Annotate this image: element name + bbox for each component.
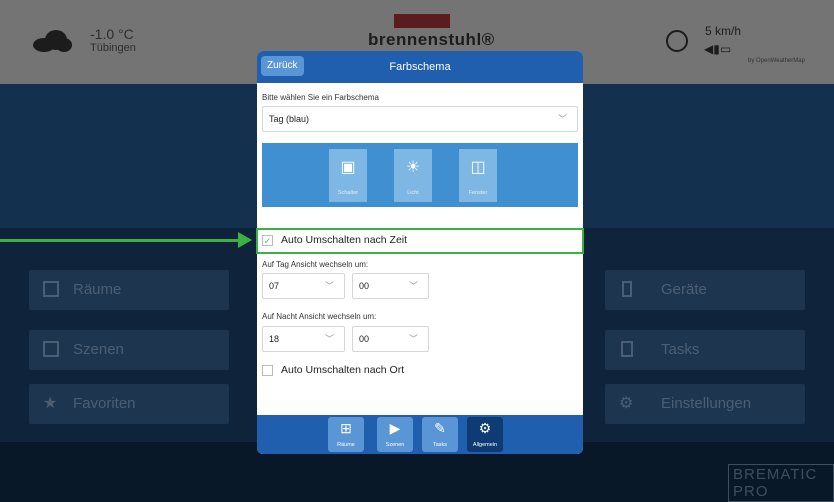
- bulb-icon: ☀: [405, 159, 421, 176]
- night-minute-value: 00: [359, 334, 370, 344]
- night-switch-label: Auf Nacht Ansicht wechseln um:: [262, 312, 377, 321]
- tab-label: Allgemein: [472, 442, 498, 448]
- day-hour-value: 07: [269, 281, 280, 291]
- cloud-icon: [33, 30, 72, 52]
- plug-icon: [622, 281, 632, 297]
- chevron-down-icon: ﹀: [324, 281, 334, 291]
- wind-speed: 5 km/h: [705, 24, 742, 38]
- preview-label: Licht: [407, 190, 419, 196]
- back-button[interactable]: Zurück: [261, 56, 304, 76]
- scenes-icon: ▶: [389, 420, 401, 436]
- tasks-icon: ✎: [434, 420, 446, 436]
- tab-general[interactable]: ⚙ Allgemein: [467, 417, 503, 452]
- gears-icon: ⚙: [619, 395, 634, 412]
- preview-window: ◫ Fenster: [459, 149, 497, 202]
- gears-icon: ⚙: [478, 420, 492, 436]
- day-minute-value: 00: [359, 281, 370, 291]
- tab-scenes[interactable]: ▶ Szenen: [377, 417, 413, 452]
- windsock-icon: ◀▮▭: [704, 42, 732, 56]
- temperature: -1.0 °C: [90, 26, 134, 42]
- tab-tasks[interactable]: ✎ Tasks: [422, 417, 458, 452]
- annotation-arrow-line: [0, 239, 240, 242]
- tab-label: Szenen: [385, 442, 405, 448]
- tile-label: Geräte: [661, 281, 707, 298]
- tab-rooms[interactable]: ⊞ Räume: [328, 417, 364, 452]
- color-scheme-select[interactable]: Tag (blau) ﹀: [262, 106, 578, 132]
- night-hour-value: 18: [269, 334, 280, 344]
- tile-label: Räume: [73, 281, 122, 298]
- scheme-value: Tag (blau): [269, 114, 310, 124]
- tile-settings: ⚙ Einstellungen: [605, 384, 805, 424]
- city-name: Tübingen: [90, 42, 136, 54]
- auto-location-checkbox[interactable]: [262, 365, 273, 376]
- auto-location-label: Auto Umschalten nach Ort: [281, 364, 405, 376]
- scenes-icon: [43, 341, 59, 357]
- preview-switch: ▣ Schalter: [329, 149, 367, 202]
- night-hour-select[interactable]: 18 ﹀: [262, 326, 345, 352]
- switch-icon: ▣: [340, 159, 356, 176]
- day-hour-select[interactable]: 07 ﹀: [262, 273, 345, 299]
- annotation-highlight-box: [256, 228, 584, 254]
- tab-label: Tasks: [432, 442, 448, 448]
- compass-icon: [666, 30, 688, 52]
- rooms-icon: [43, 281, 59, 297]
- dialog-title: Farbschema: [389, 61, 451, 73]
- day-minute-select[interactable]: 00 ﹀: [352, 273, 429, 299]
- night-minute-select[interactable]: 00 ﹀: [352, 326, 429, 352]
- rooms-icon: ⊞: [340, 420, 352, 436]
- tile-label: Tasks: [661, 341, 700, 358]
- tile-label: Einstellungen: [661, 395, 752, 412]
- tile-favorites: ★ Favoriten: [29, 384, 229, 424]
- preview-label: Fenster: [468, 190, 488, 196]
- tile-tasks: Tasks: [605, 330, 805, 370]
- brand-logo-bar: [394, 14, 450, 28]
- chevron-down-icon: ﹀: [557, 114, 567, 124]
- tile-scenes: Szenen: [29, 330, 229, 370]
- preview-light: ☀ Licht: [394, 149, 432, 202]
- chevron-down-icon: ﹀: [408, 334, 418, 344]
- tile-rooms: Räume: [29, 270, 229, 310]
- scheme-prompt: Bitte wählen Sie ein Farbschema: [262, 93, 379, 102]
- scheme-preview: ▣ Schalter ☀ Licht ◫ Fenster: [262, 143, 578, 207]
- window-icon: ◫: [470, 159, 486, 176]
- brematic-logo: BREMATIC PRO: [728, 464, 834, 502]
- dialog-tabbar: ⊞ Räume ▶ Szenen ✎ Tasks ⚙ Allgemein: [257, 415, 583, 454]
- annotation-arrow-head: [238, 232, 252, 248]
- dialog-header: Farbschema Zurück: [257, 51, 583, 83]
- day-switch-label: Auf Tag Ansicht wechseln um:: [262, 260, 369, 269]
- tasks-icon: [621, 341, 633, 357]
- tab-label: Räume: [337, 442, 355, 448]
- chevron-down-icon: ﹀: [324, 334, 334, 344]
- preview-label: Schalter: [337, 190, 359, 196]
- weather-attribution: by OpenWeatherMap: [748, 58, 805, 64]
- tile-label: Szenen: [73, 341, 124, 358]
- star-icon: ★: [43, 395, 58, 412]
- chevron-down-icon: ﹀: [408, 281, 418, 291]
- brand-logo: brennenstuhl®: [368, 30, 495, 49]
- tile-label: Favoriten: [73, 395, 136, 412]
- tile-devices: Geräte: [605, 270, 805, 310]
